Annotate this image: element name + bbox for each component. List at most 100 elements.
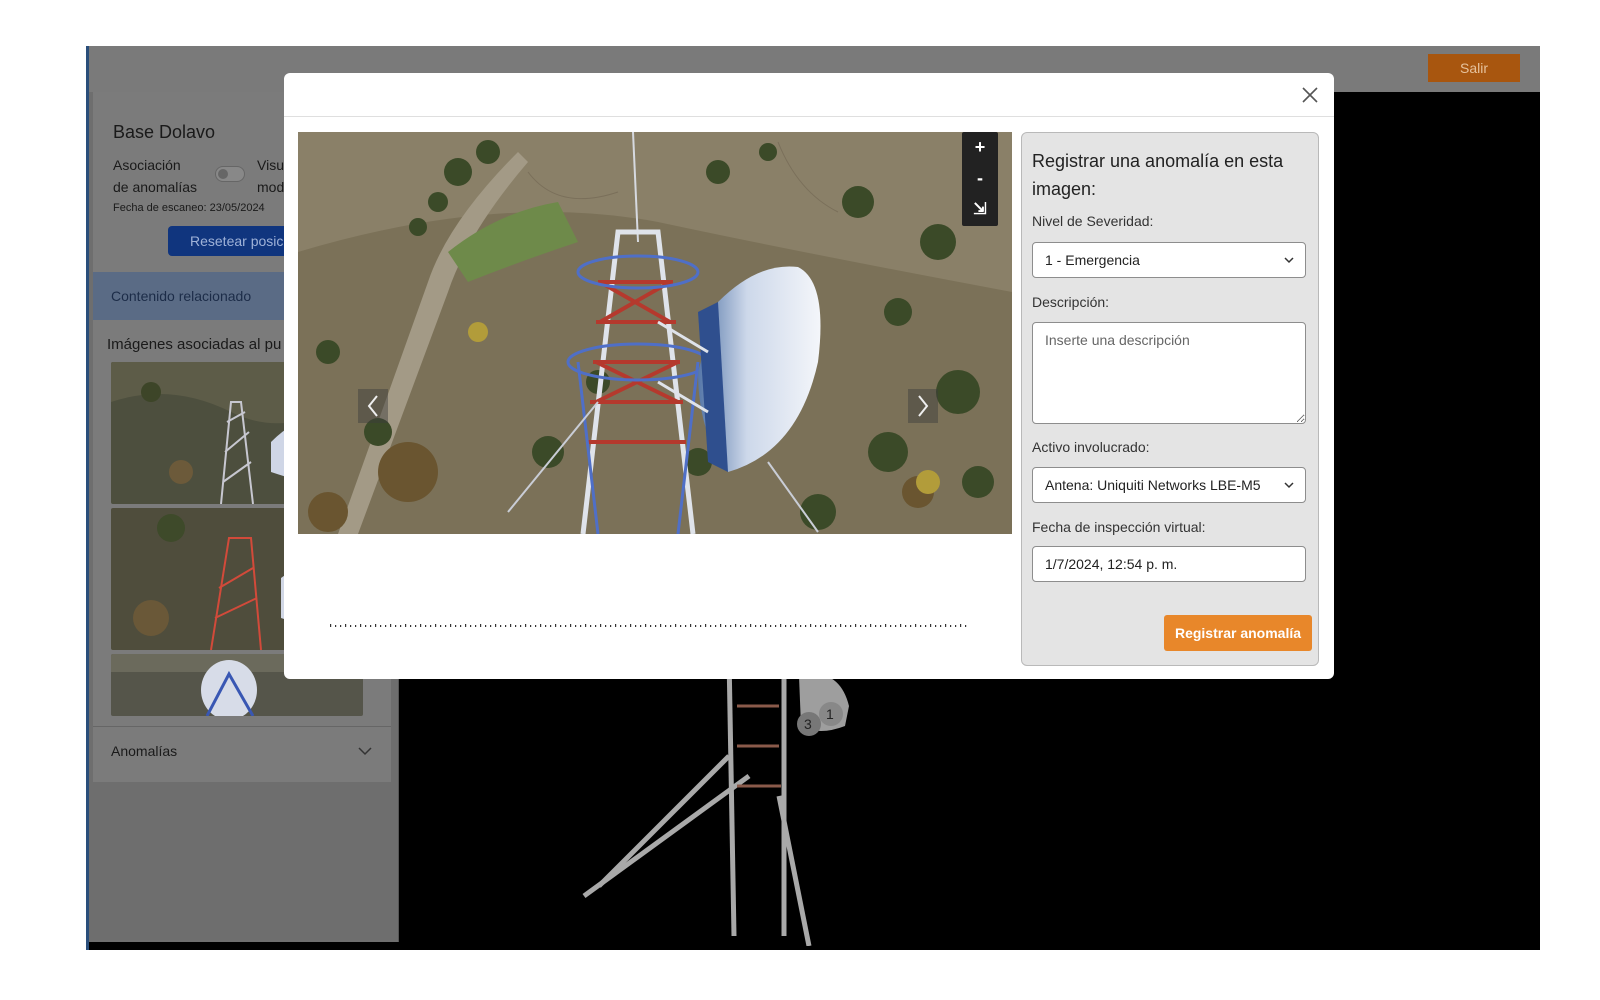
indicator-dot (680, 625, 682, 627)
indicator-dot (615, 624, 617, 627)
zoom-out-button[interactable]: - (962, 163, 998, 194)
indicator-dot (760, 625, 762, 627)
visualization-mode-label: Visu mod (257, 154, 284, 198)
indicator-dot (565, 625, 567, 627)
asset-value: Antena: Uniquiti Networks LBE-M5 (1045, 477, 1261, 493)
indicator-dot (835, 625, 837, 627)
anomaly-association-toggle[interactable] (215, 166, 245, 182)
indicator-dot (620, 625, 622, 627)
indicator-dot (915, 624, 917, 627)
asset-select[interactable]: Antena: Uniquiti Networks LBE-M5 (1032, 467, 1306, 503)
point-cloud-tower[interactable]: 3 1 (569, 646, 909, 946)
indicator-dot (580, 625, 582, 627)
indicator-dot (845, 625, 847, 627)
indicator-dot (595, 625, 597, 627)
register-anomaly-button[interactable]: Registrar anomalía (1164, 615, 1312, 651)
indicator-dot (655, 625, 657, 627)
visu-line-1: Visu (257, 157, 284, 173)
indicator-dot (790, 625, 792, 627)
indicator-dot (505, 625, 507, 627)
indicator-dot (880, 625, 882, 627)
chevron-down-icon (358, 747, 372, 756)
indicator-dot (735, 624, 737, 627)
indicator-dot (625, 625, 627, 627)
toggle-knob (218, 169, 228, 179)
indicator-dot (685, 625, 687, 627)
indicator-dot (665, 625, 667, 627)
indicator-dot (700, 625, 702, 627)
indicator-dot (390, 624, 392, 627)
indicator-dot (860, 625, 862, 627)
anomalies-accordion[interactable]: Anomalías (93, 726, 391, 774)
indicator-dot (365, 625, 367, 627)
indicator-dot (605, 625, 607, 627)
indicator-dot (950, 625, 952, 627)
chevron-left-icon (367, 395, 378, 417)
severity-label: Nivel de Severidad: (1032, 213, 1154, 229)
indicator-dot (410, 625, 412, 627)
indicator-dot (495, 624, 497, 627)
close-icon[interactable] (1298, 83, 1322, 107)
indicator-dot (610, 625, 612, 627)
indicator-dot (670, 625, 672, 627)
description-input[interactable] (1032, 322, 1306, 424)
exit-button[interactable]: Salir (1428, 54, 1520, 82)
indicator-dot (730, 625, 732, 627)
indicator-dot (755, 625, 757, 627)
zoom-controls: + - ⇲ (962, 132, 998, 226)
anomaly-association-label: Asociación de anomalías (113, 154, 197, 198)
indicator-dot (400, 625, 402, 627)
indicator-dot (380, 625, 382, 627)
indicator-dot (945, 624, 947, 627)
severity-value: 1 - Emergencia (1045, 252, 1140, 268)
prev-image-button[interactable] (358, 389, 388, 423)
indicator-dot (820, 625, 822, 627)
indicator-dot (930, 624, 932, 627)
indicator-dot (955, 625, 957, 627)
visu-line-2: mod (257, 179, 285, 195)
chevron-down-icon (1284, 257, 1294, 264)
indicator-dot (535, 625, 537, 627)
indicator-dot (805, 625, 807, 627)
indicator-dot (385, 625, 387, 627)
indicator-dot (900, 624, 902, 627)
indicator-dot (660, 624, 662, 627)
indicator-dot (420, 624, 422, 627)
severity-select[interactable]: 1 - Emergencia (1032, 242, 1306, 278)
indicator-dot (715, 625, 717, 627)
indicator-dot (435, 624, 437, 627)
indicator-dot (770, 625, 772, 627)
indicator-dot (370, 625, 372, 627)
indicator-dot (855, 624, 857, 627)
indicator-dot (720, 624, 722, 627)
next-image-button[interactable] (908, 389, 938, 423)
inspection-date-input[interactable]: 1/7/2024, 12:54 p. m. (1032, 546, 1306, 582)
zoom-reset-icon[interactable]: ⇲ (962, 194, 998, 225)
indicator-dot (470, 625, 472, 627)
anomaly-marker-label: 1 (826, 706, 834, 722)
indicator-dot (360, 624, 362, 627)
indicator-dot (515, 625, 517, 627)
image-indicator-dots[interactable] (330, 624, 970, 628)
indicator-dot (765, 624, 767, 627)
indicator-dot (490, 625, 492, 627)
assoc-line-2: de anomalías (113, 179, 198, 195)
indicator-dot (910, 625, 912, 627)
indicator-dot (905, 625, 907, 627)
indicator-dot (480, 624, 482, 627)
indicator-dot (585, 624, 587, 627)
indicator-dot (785, 625, 787, 627)
indicator-dot (640, 625, 642, 627)
indicator-dot (890, 625, 892, 627)
indicator-dot (690, 624, 692, 627)
indicator-dot (740, 625, 742, 627)
indicator-dot (650, 625, 652, 627)
indicator-dot (465, 624, 467, 627)
inspection-photo[interactable] (298, 132, 1012, 534)
indicator-dot (885, 624, 887, 627)
zoom-in-button[interactable]: + (962, 132, 998, 163)
indicator-dot (780, 624, 782, 627)
indicator-dot (445, 625, 447, 627)
indicator-dot (795, 624, 797, 627)
indicator-dot (345, 624, 347, 627)
